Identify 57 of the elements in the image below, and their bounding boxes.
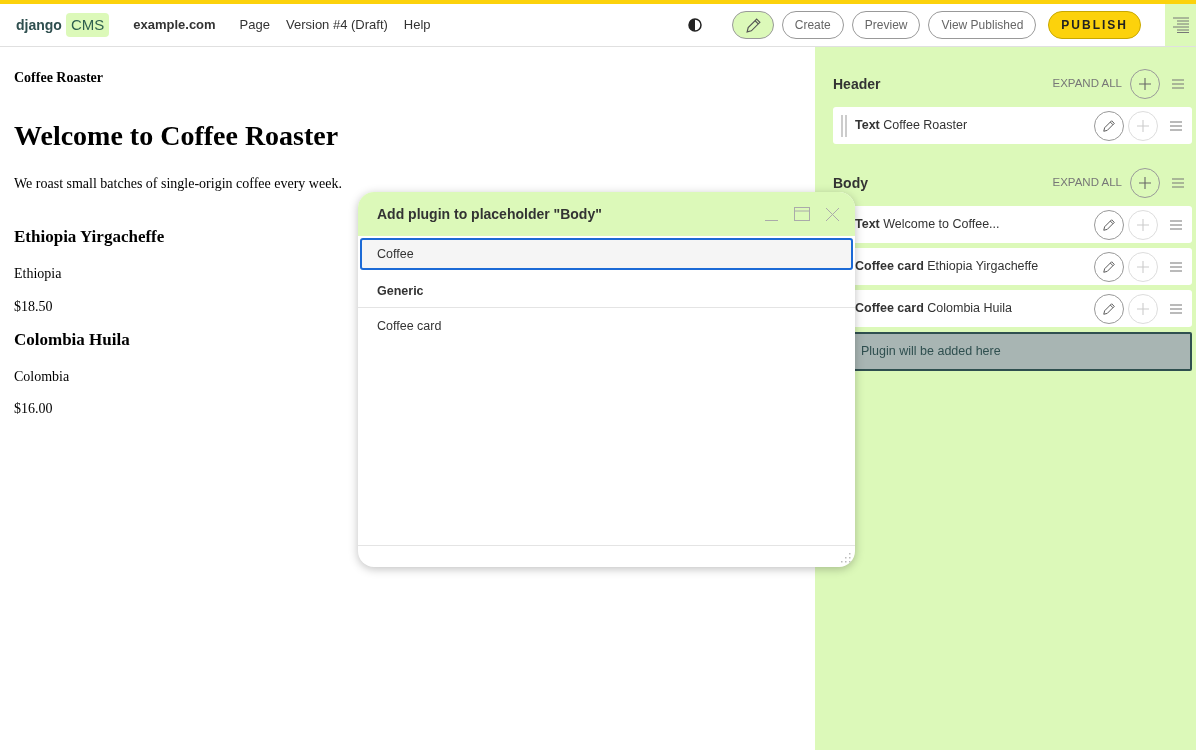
toolbar-button[interactable]: Create <box>781 11 844 39</box>
product-price: $16.00 <box>14 400 53 419</box>
plugin-label: Text Coffee Roaster <box>855 117 968 135</box>
menu-icon[interactable] <box>1170 219 1182 230</box>
plus-icon <box>1136 217 1150 232</box>
page-heading: Welcome to Coffee Roaster <box>14 119 339 153</box>
pencil-icon <box>1102 118 1116 133</box>
close-icon[interactable] <box>826 207 839 221</box>
product-origin: Ethiopia <box>14 265 62 284</box>
product-price: $18.50 <box>14 297 53 316</box>
product-name: Ethiopia Yirgacheffe <box>14 226 165 248</box>
plus-icon <box>1136 259 1150 274</box>
logo-badge[interactable]: CMS <box>65 12 110 38</box>
placeholder-title: Body <box>833 173 868 193</box>
structure-icon <box>1172 17 1189 33</box>
structure-button[interactable] <box>1165 4 1196 46</box>
logo-text[interactable]: django <box>16 14 62 36</box>
pencil-icon <box>1102 217 1116 232</box>
plus-icon <box>1136 301 1150 316</box>
modal-title: Add plugin to placeholder "Body" <box>377 204 602 224</box>
placeholder-title: Header <box>833 74 881 94</box>
expand-all-link[interactable]: EXPAND ALL <box>1052 75 1122 93</box>
plugin-label: Coffee card Colombia Huila <box>855 300 1013 318</box>
menu-icon[interactable] <box>1170 120 1182 131</box>
drag-handle-icon[interactable] <box>841 114 847 137</box>
menu-icon[interactable] <box>1170 303 1182 314</box>
menu-item[interactable]: Page <box>239 15 270 35</box>
menu-item[interactable]: example.com <box>133 15 216 35</box>
menu-item[interactable]: Help <box>403 15 431 35</box>
menu-icon[interactable] <box>1170 261 1182 272</box>
pencil-icon <box>1102 259 1116 274</box>
pencil-icon <box>1102 301 1116 316</box>
resize-handle-icon[interactable] <box>841 553 851 563</box>
group-heading: Generic <box>358 274 855 308</box>
publish-button[interactable]: PUBLISH <box>1048 11 1141 39</box>
plugin-label: Coffee card Ethiopia Yirgacheffe <box>855 258 1039 276</box>
drop-hint: Plugin will be added here <box>861 343 1001 361</box>
product-origin: Colombia <box>14 368 70 387</box>
maximize-icon[interactable] <box>794 207 810 221</box>
plugin-label: Text Welcome to Coffee... <box>855 216 1000 234</box>
expand-all-link[interactable]: EXPAND ALL <box>1052 174 1122 192</box>
pencil-icon <box>744 17 762 35</box>
menu-item[interactable]: Version #4 (Draft) <box>286 15 388 35</box>
plugin-row[interactable]: Text Coffee Roaster <box>833 107 1192 144</box>
plus-icon <box>1138 176 1152 190</box>
menu-icon[interactable] <box>1172 79 1184 89</box>
product-name: Colombia Huila <box>14 329 130 351</box>
toolbar-button[interactable]: Preview <box>851 11 921 39</box>
contrast-icon[interactable] <box>687 18 702 32</box>
intro-text: We roast small batches of single-origin coffee every week. <box>14 174 342 193</box>
plus-icon <box>1136 118 1150 133</box>
site-title[interactable]: Coffee Roaster <box>14 69 103 88</box>
search-field[interactable]: Coffee <box>360 238 853 270</box>
edit-button[interactable] <box>731 11 774 39</box>
menu-icon[interactable] <box>1172 178 1184 188</box>
plus-icon <box>1138 77 1152 91</box>
toolbar-button[interactable]: View Published <box>928 11 1037 39</box>
